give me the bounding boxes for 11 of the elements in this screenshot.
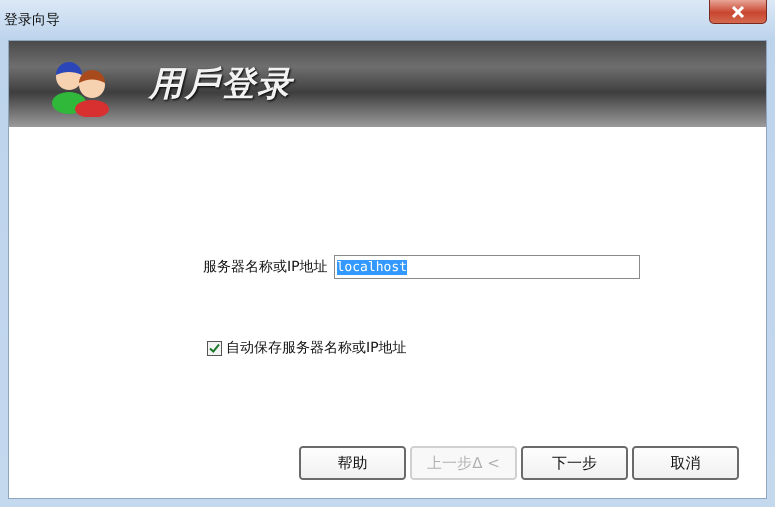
- check-icon: [209, 342, 220, 354]
- checkbox-label: 自动保存服务器名称或IP地址: [226, 339, 407, 357]
- banner-title: 用戶登录: [149, 63, 293, 106]
- window-title: 登录向导: [4, 11, 60, 29]
- dialog-button[interactable]: 帮助: [299, 446, 406, 480]
- close-icon: [732, 6, 744, 18]
- dialog-button[interactable]: 下一步: [521, 446, 628, 480]
- checkbox[interactable]: [207, 340, 222, 356]
- dialog-button[interactable]: 取消: [632, 446, 739, 480]
- server-label: 服务器名称或IP地址: [203, 258, 328, 276]
- close-button[interactable]: [709, 0, 767, 24]
